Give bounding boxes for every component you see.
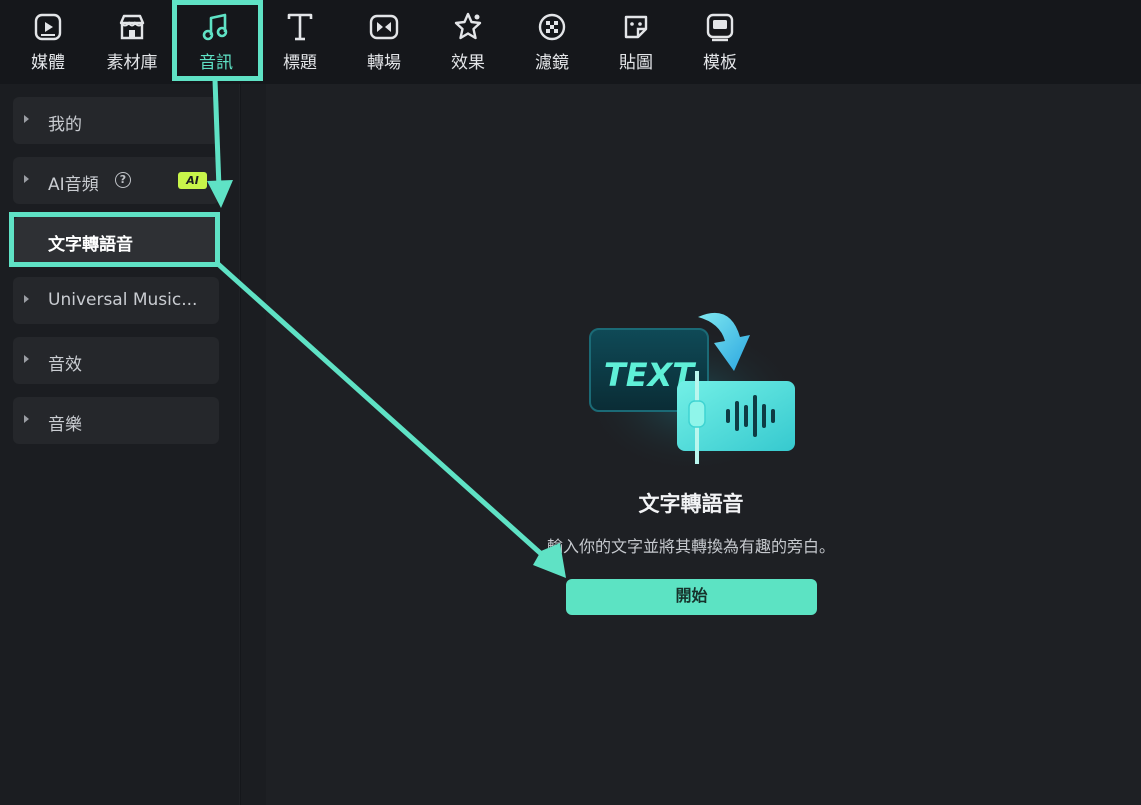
- empty-state-description: 輸入你的文字並將其轉換為有趣的旁白。: [546, 537, 835, 556]
- store-icon: [116, 11, 148, 43]
- sticker-icon: [620, 11, 652, 43]
- audio-category-sidebar: 我的 AI音頻 ? AI 文字轉語音 Universal Music... 音效…: [0, 84, 240, 805]
- tab-label: 音訊: [199, 53, 233, 73]
- tab-label: 素材庫: [106, 53, 158, 73]
- caret-right-icon: [24, 115, 29, 123]
- tab-label: 模板: [703, 53, 737, 73]
- tab-label: 濾鏡: [535, 53, 569, 73]
- sidebar-item-text-to-speech[interactable]: 文字轉語音: [13, 217, 219, 264]
- tab-titles[interactable]: 標題: [258, 0, 342, 84]
- sidebar-item-sound-effects[interactable]: 音效: [13, 337, 219, 384]
- effects-star-icon: [452, 11, 484, 43]
- caret-right-icon: [24, 355, 29, 363]
- sidebar-item-label: AI音頻: [48, 175, 99, 195]
- sidebar-item-label: Universal Music...: [48, 290, 198, 310]
- caret-right-icon: [24, 295, 29, 303]
- tab-label: 貼圖: [619, 53, 653, 73]
- tab-audio[interactable]: 音訊: [174, 0, 258, 84]
- tab-label: 標題: [283, 53, 317, 73]
- sidebar-item-label: 音效: [48, 355, 82, 375]
- tab-effects[interactable]: 效果: [426, 0, 510, 84]
- tab-label: 效果: [451, 53, 485, 73]
- media-icon: [32, 11, 64, 43]
- sidebar-item-music[interactable]: 音樂: [13, 397, 219, 444]
- tab-store[interactable]: 素材庫: [90, 0, 174, 84]
- sidebar-item-mine[interactable]: 我的: [13, 97, 219, 144]
- tab-media[interactable]: 媒體: [6, 0, 90, 84]
- music-note-icon: [200, 11, 232, 43]
- top-toolbar: 媒體 素材庫 音訊 標題 轉場 效果 濾鏡 貼圖 模板: [0, 0, 1141, 84]
- ai-badge: AI: [178, 172, 207, 189]
- tab-transitions[interactable]: 轉場: [342, 0, 426, 84]
- text-to-speech-illustration: TEXT: [580, 295, 805, 475]
- sidebar-item-label: 音樂: [48, 415, 82, 435]
- tab-templates[interactable]: 模板: [678, 0, 762, 84]
- sidebar-item-universal-music[interactable]: Universal Music...: [13, 277, 219, 324]
- tab-filters[interactable]: 濾鏡: [510, 0, 594, 84]
- help-question-icon[interactable]: ?: [115, 172, 131, 188]
- caret-right-icon: [24, 175, 29, 183]
- caret-right-icon: [24, 415, 29, 423]
- template-icon: [704, 11, 736, 43]
- tab-label: 轉場: [367, 53, 401, 73]
- filter-icon: [536, 11, 568, 43]
- empty-state-title: 文字轉語音: [638, 492, 744, 516]
- start-button[interactable]: 開始: [566, 579, 817, 615]
- sidebar-item-label: 文字轉語音: [48, 235, 133, 255]
- sidebar-item-ai-audio[interactable]: AI音頻 ? AI: [13, 157, 219, 204]
- sidebar-item-label: 我的: [48, 115, 82, 135]
- tab-stickers[interactable]: 貼圖: [594, 0, 678, 84]
- tab-label: 媒體: [31, 53, 65, 73]
- transition-icon: [368, 11, 400, 43]
- text-t-icon: [284, 11, 316, 43]
